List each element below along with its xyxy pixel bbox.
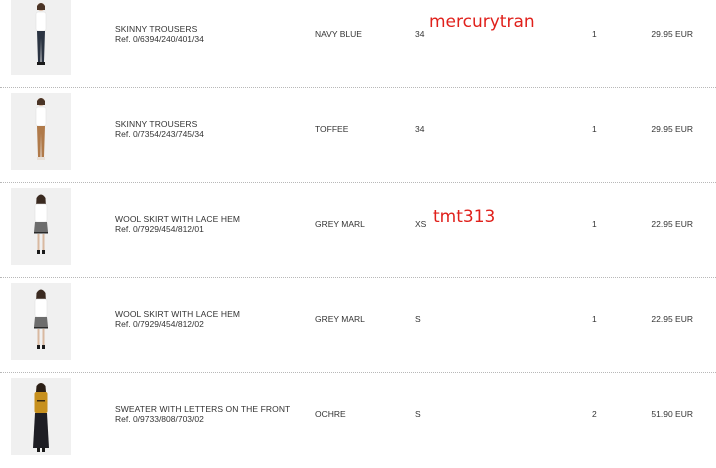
product-reference: Ref. 0/9733/808/703/02: [115, 414, 204, 424]
product-price: 29.95 EUR: [651, 124, 693, 134]
product-colour: NAVY BLUE: [315, 29, 362, 39]
product-colour: GREY MARL: [315, 219, 365, 229]
product-name[interactable]: SWEATER WITH LETTERS ON THE FRONT: [115, 404, 290, 414]
product-quantity: 1: [592, 314, 597, 324]
product-colour: TOFFEE: [315, 124, 349, 134]
product-size: S: [415, 409, 421, 419]
watermark-text: tmt313: [433, 207, 496, 227]
product-size: S: [415, 314, 421, 324]
order-item-row: SWEATER WITH LETTERS ON THE FRONT Ref. 0…: [0, 373, 716, 468]
product-name[interactable]: SKINNY TROUSERS: [115, 119, 197, 129]
product-quantity: 1: [592, 219, 597, 229]
product-size: XS: [415, 219, 427, 229]
product-quantity: 1: [592, 29, 597, 39]
product-price: 51.90 EUR: [651, 409, 693, 419]
product-colour: OCHRE: [315, 409, 346, 419]
product-size: 34: [415, 29, 425, 39]
product-price: 22.95 EUR: [651, 314, 693, 324]
product-name[interactable]: WOOL SKIRT WITH LACE HEM: [115, 309, 240, 319]
product-colour: GREY MARL: [315, 314, 365, 324]
product-image[interactable]: [11, 188, 71, 265]
product-reference: Ref. 0/6394/240/401/34: [115, 34, 204, 44]
order-item-row: WOOL SKIRT WITH LACE HEM Ref. 0/7929/454…: [0, 183, 716, 278]
product-price: 22.95 EUR: [651, 219, 693, 229]
product-reference: Ref. 0/7929/454/812/02: [115, 319, 204, 329]
product-quantity: 2: [592, 409, 597, 419]
order-item-row: SKINNY TROUSERS Ref. 0/6394/240/401/34 N…: [0, 0, 716, 88]
product-quantity: 1: [592, 124, 597, 134]
product-reference: Ref. 0/7929/454/812/01: [115, 224, 204, 234]
product-name[interactable]: WOOL SKIRT WITH LACE HEM: [115, 214, 240, 224]
product-image[interactable]: [11, 0, 71, 75]
order-item-row: SKINNY TROUSERS Ref. 0/7354/243/745/34 T…: [0, 88, 716, 183]
product-image[interactable]: [11, 283, 71, 360]
product-size: 34: [415, 124, 425, 134]
product-image[interactable]: [11, 93, 71, 170]
product-reference: Ref. 0/7354/243/745/34: [115, 129, 204, 139]
product-image[interactable]: [11, 378, 71, 455]
watermark-text: mercurytran: [429, 12, 535, 32]
order-items-list: SKINNY TROUSERS Ref. 0/6394/240/401/34 N…: [0, 0, 716, 468]
order-item-row: WOOL SKIRT WITH LACE HEM Ref. 0/7929/454…: [0, 278, 716, 373]
product-price: 29.95 EUR: [651, 29, 693, 39]
product-name[interactable]: SKINNY TROUSERS: [115, 24, 197, 34]
